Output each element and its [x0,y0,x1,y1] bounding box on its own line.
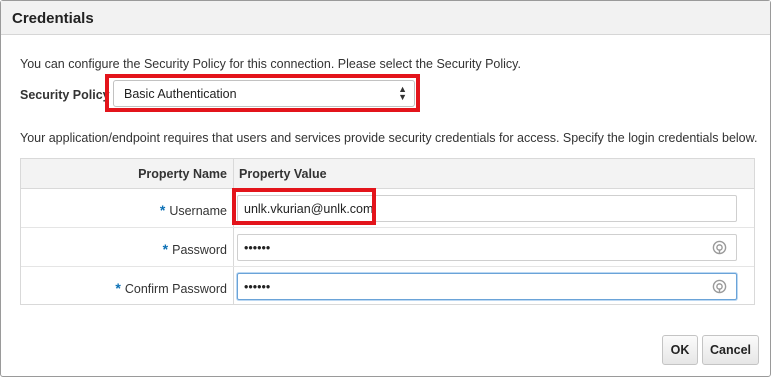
password-value: •••••• [244,241,271,255]
reveal-password-icon[interactable] [712,279,727,294]
confirm-password-value: •••••• [244,280,271,294]
header-property-name: Property Name [138,167,227,181]
username-input[interactable]: unlk.vkurian@unlk.com [237,195,737,222]
ok-button[interactable]: OK [662,335,698,365]
reveal-password-icon[interactable] [712,240,727,255]
password-label: * Password [162,241,227,257]
confirm-password-label: * Confirm Password [115,280,227,296]
dialog-title: Credentials [12,10,94,27]
table-row-password: * Password •••••• [21,228,754,267]
required-marker: * [162,241,169,257]
dialog-titlebar: Credentials [1,1,770,35]
security-policy-label: Security Policy [20,88,110,102]
username-value: unlk.vkurian@unlk.com [244,202,374,216]
credentials-table: Property Name Property Value * Username u… [20,158,755,305]
required-marker: * [159,202,166,218]
select-updown-icon: ▲ ▼ [398,84,407,102]
credentials-description: Your application/endpoint requires that … [20,131,758,145]
username-label: * Username [159,202,227,218]
security-policy-value: Basic Authentication [124,87,237,101]
security-policy-select[interactable]: Basic Authentication ▲ ▼ [113,80,415,107]
header-property-value: Property Value [239,167,327,181]
credentials-dialog: Credentials You can configure the Securi… [0,0,771,377]
required-marker: * [115,280,121,296]
intro-text: You can configure the Security Policy fo… [20,57,521,71]
table-row-confirm-password: * Confirm Password •••••• [21,267,754,306]
confirm-password-input[interactable]: •••••• [237,273,737,300]
table-row-username: * Username unlk.vkurian@unlk.com [21,189,754,228]
password-input[interactable]: •••••• [237,234,737,261]
table-header: Property Name Property Value [21,159,754,189]
cancel-button[interactable]: Cancel [702,335,759,365]
